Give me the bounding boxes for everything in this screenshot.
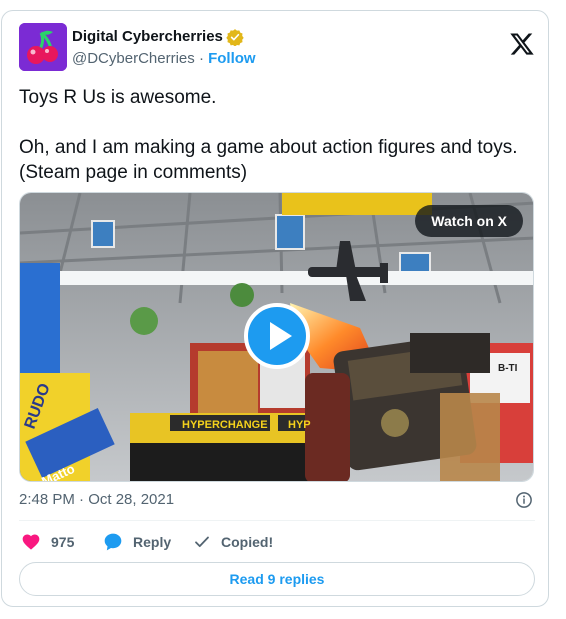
verified-badge-icon bbox=[226, 29, 244, 46]
play-button[interactable] bbox=[244, 303, 310, 369]
reply-button[interactable]: Reply bbox=[103, 529, 171, 555]
play-icon bbox=[270, 322, 292, 350]
info-icon[interactable] bbox=[515, 491, 533, 509]
scene-sign-partial-text: HYP bbox=[288, 419, 311, 431]
reply-bubble-icon bbox=[104, 533, 122, 551]
tweet-header: Digital Cybercherries @DCyberCherries · … bbox=[19, 23, 535, 73]
reply-label: Reply bbox=[133, 534, 172, 550]
copied-label: Copied! bbox=[221, 534, 274, 550]
display-name[interactable]: Digital Cybercherries bbox=[72, 27, 223, 47]
tweet-paragraph: Toys R Us is awesome. bbox=[19, 87, 217, 108]
handle[interactable]: @DCyberCherries bbox=[72, 50, 195, 67]
tweet-text: Toys R Us is awesome. Oh, and I am makin… bbox=[19, 85, 531, 185]
timestamp[interactable]: 2:48 PM · Oct 28, 2021 bbox=[19, 491, 174, 508]
avatar[interactable] bbox=[19, 23, 67, 71]
follow-link[interactable]: Follow bbox=[208, 50, 256, 67]
like-count: 975 bbox=[51, 534, 75, 550]
watch-on-x-button[interactable]: Watch on X bbox=[415, 205, 523, 237]
action-bar: 975 Reply Copied! bbox=[19, 529, 535, 555]
meta-row: 2:48 PM · Oct 28, 2021 bbox=[19, 489, 535, 511]
x-logo-icon[interactable] bbox=[509, 31, 535, 57]
separator: · bbox=[198, 50, 204, 67]
scene-box-right-text: B-TI bbox=[498, 363, 518, 374]
video-media[interactable]: HYPERCHANGE HYP RUDO Matto B-TI Watch on… bbox=[19, 192, 534, 482]
like-button[interactable]: 975 bbox=[21, 529, 74, 555]
checkmark-icon bbox=[195, 536, 209, 548]
cherries-logo-icon bbox=[19, 23, 67, 71]
heart-icon bbox=[22, 534, 40, 550]
copy-link-button[interactable]: Copied! bbox=[193, 529, 273, 555]
tweet-card: Digital Cybercherries @DCyberCherries · … bbox=[1, 10, 549, 607]
divider bbox=[19, 520, 535, 521]
tweet-paragraph: Oh, and I am making a game about action … bbox=[19, 137, 518, 183]
read-replies-button[interactable]: Read 9 replies bbox=[19, 562, 535, 596]
scene-sign-text: HYPERCHANGE bbox=[182, 419, 268, 431]
